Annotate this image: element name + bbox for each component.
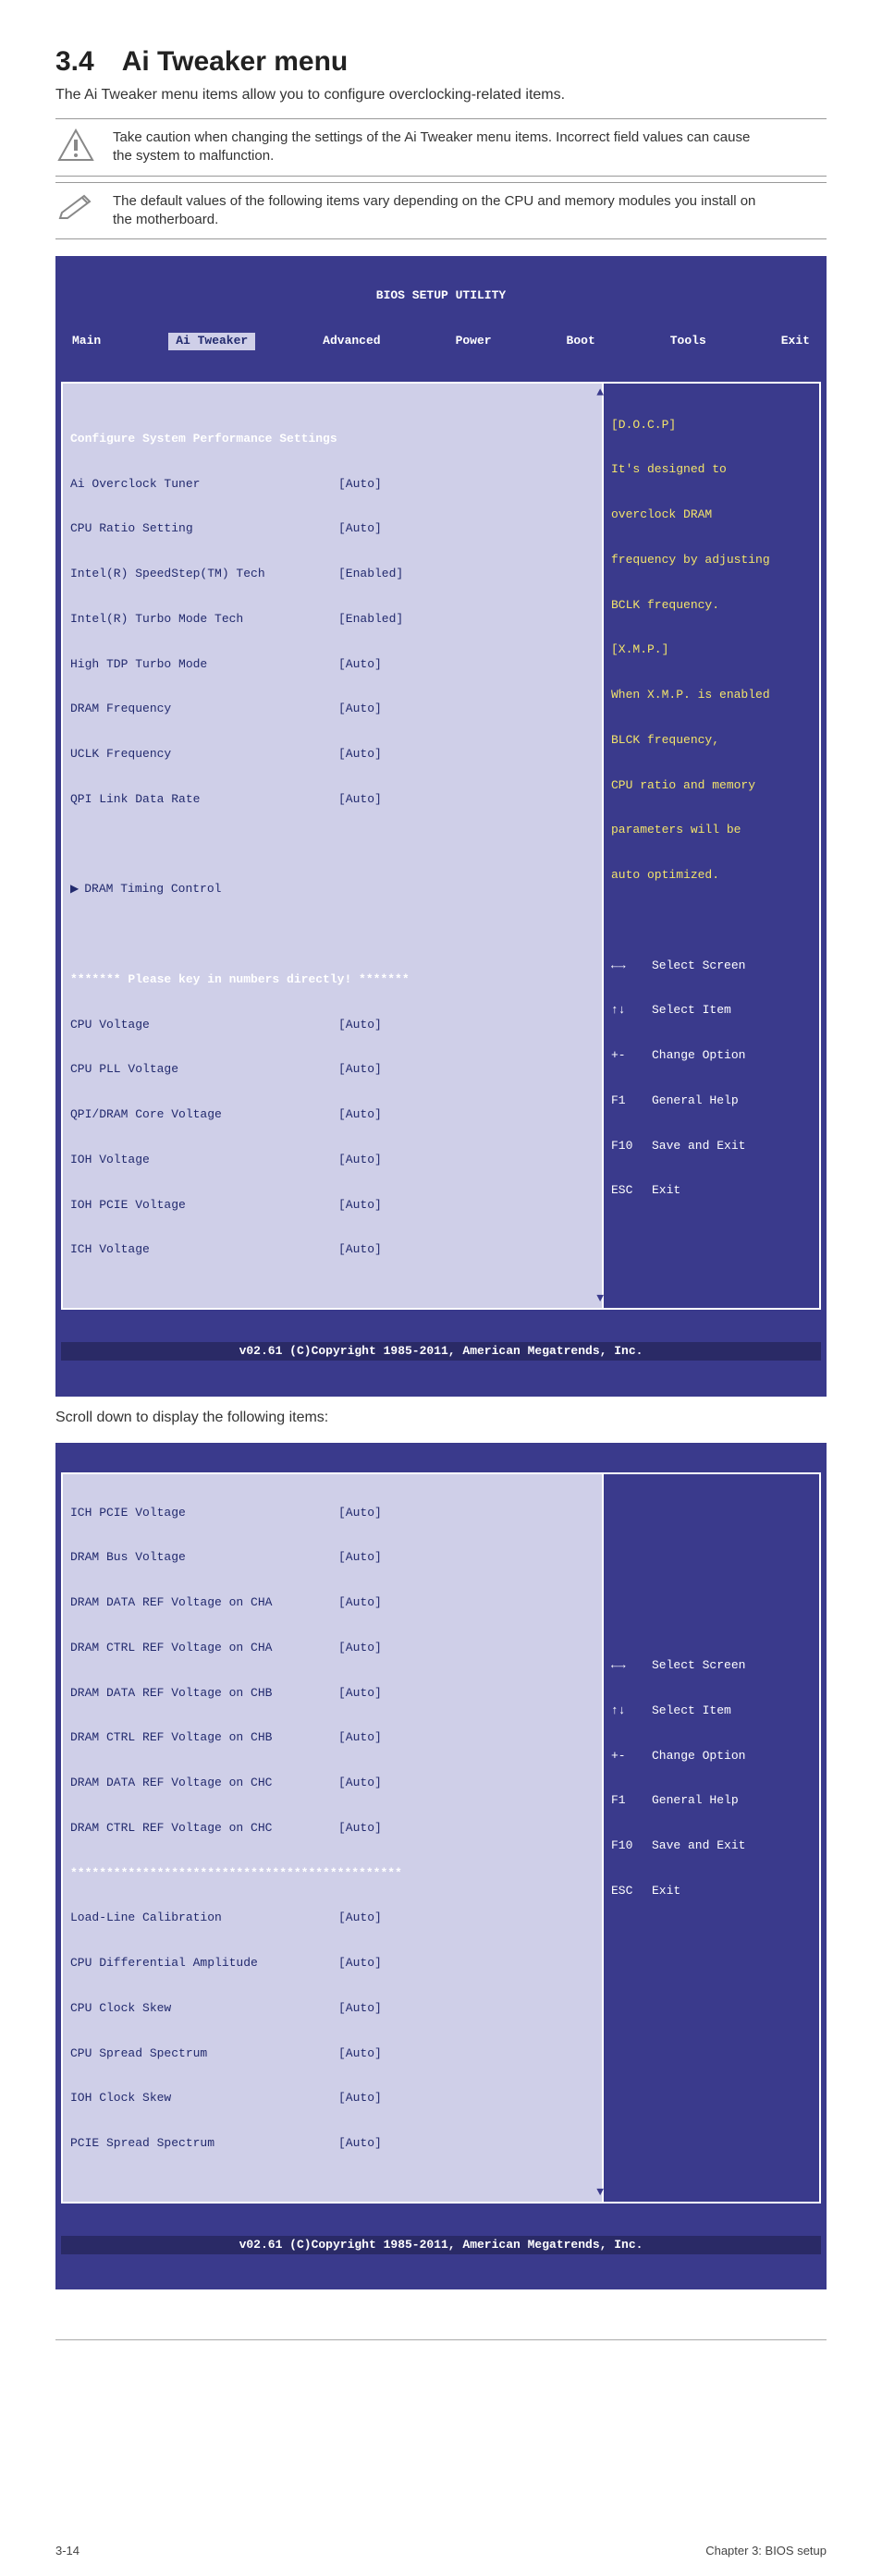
row-load-line[interactable]: Load-Line Calibration[Auto] <box>70 1911 594 1925</box>
scroll-note: Scroll down to display the following ite… <box>55 1410 827 1426</box>
help-line: frequency by adjusting <box>611 553 812 568</box>
bios-footer: v02.61 (C)Copyright 1985-2011, American … <box>61 1342 821 1361</box>
page-footer: 3-14 Chapter 3: BIOS setup <box>0 2340 882 2576</box>
row-qpi-link[interactable]: QPI Link Data Rate[Auto] <box>70 792 594 807</box>
row-cpu-voltage[interactable]: CPU Voltage[Auto] <box>70 1018 594 1032</box>
nav-save-exit: F10Save and Exit <box>611 1838 812 1853</box>
nav-save-exit: F10Save and Exit <box>611 1139 812 1154</box>
row-dram-data-cha[interactable]: DRAM DATA REF Voltage on CHA[Auto] <box>70 1595 594 1610</box>
nav-select-screen: ←→Select Screen <box>611 958 812 973</box>
bios-window-2: ICH PCIE Voltage[Auto] DRAM Bus Voltage[… <box>55 1443 827 2290</box>
bios-left-panel-2: ICH PCIE Voltage[Auto] DRAM Bus Voltage[… <box>61 1472 604 2204</box>
row-cpu-spread[interactable]: CPU Spread Spectrum[Auto] <box>70 2046 594 2061</box>
menu-tools[interactable]: Tools <box>663 333 714 349</box>
bios-footer-2: v02.61 (C)Copyright 1985-2011, American … <box>61 2236 821 2254</box>
bios-window-1: BIOS SETUP UTILITY Main Ai Tweaker Advan… <box>55 256 827 1397</box>
menu-power[interactable]: Power <box>448 333 499 349</box>
help-line: overclock DRAM <box>611 507 812 522</box>
row-pcie-spread[interactable]: PCIE Spread Spectrum[Auto] <box>70 2136 594 2151</box>
row-cpu-ratio[interactable]: CPU Ratio Setting[Auto] <box>70 521 594 536</box>
info-note: The default values of the following item… <box>55 182 827 240</box>
nav-help: F1General Help <box>611 1793 812 1808</box>
row-turbo-mode[interactable]: Intel(R) Turbo Mode Tech[Enabled] <box>70 612 594 627</box>
row-high-tdp[interactable]: High TDP Turbo Mode[Auto] <box>70 657 594 672</box>
menu-main[interactable]: Main <box>65 333 108 349</box>
row-dram-data-chb[interactable]: DRAM DATA REF Voltage on CHB[Auto] <box>70 1686 594 1701</box>
help-line: BCLK frequency. <box>611 598 812 613</box>
row-dram-ctrl-cha[interactable]: DRAM CTRL REF Voltage on CHA[Auto] <box>70 1641 594 1655</box>
row-speedstep[interactable]: Intel(R) SpeedStep(TM) Tech[Enabled] <box>70 567 594 581</box>
bios-left-panel: ▲ Configure System Performance Settings … <box>61 382 604 1310</box>
help-line: It's designed to <box>611 462 812 477</box>
numbers-divider: ******* Please key in numbers directly! … <box>70 972 594 987</box>
row-dram-ctrl-chc[interactable]: DRAM CTRL REF Voltage on CHC[Auto] <box>70 1821 594 1836</box>
bios-title: BIOS SETUP UTILITY <box>55 287 827 303</box>
help-line: [D.O.C.P] <box>611 418 812 433</box>
menu-ai-tweaker[interactable]: Ai Tweaker <box>168 333 255 349</box>
row-ioh-clock-skew[interactable]: IOH Clock Skew[Auto] <box>70 2091 594 2106</box>
row-dram-freq[interactable]: DRAM Frequency[Auto] <box>70 702 594 716</box>
row-qpi-dram-voltage[interactable]: QPI/DRAM Core Voltage[Auto] <box>70 1107 594 1122</box>
scroll-up-icon[interactable]: ▲ <box>596 385 604 400</box>
row-ich-voltage[interactable]: ICH Voltage[Auto] <box>70 1242 594 1257</box>
bios-section-heading: Configure System Performance Settings <box>70 432 594 446</box>
page-heading: 3.4 Ai Tweaker menu <box>55 46 827 78</box>
scroll-down-icon[interactable]: ▼ <box>596 2185 604 2200</box>
nav-change-option: +-Change Option <box>611 1749 812 1764</box>
row-ioh-pcie-voltage[interactable]: IOH PCIE Voltage[Auto] <box>70 1198 594 1213</box>
nav-select-item: ↑↓Select Item <box>611 1003 812 1018</box>
bios-help-panel: [D.O.C.P] It's designed to overclock DRA… <box>604 382 821 1310</box>
row-dram-bus-voltage[interactable]: DRAM Bus Voltage[Auto] <box>70 1550 594 1565</box>
help-line: When X.M.P. is enabled <box>611 688 812 702</box>
caution-note: Take caution when changing the settings … <box>55 118 827 177</box>
bios-menu: Main Ai Tweaker Advanced Power Boot Tool… <box>55 333 827 351</box>
menu-exit[interactable]: Exit <box>774 333 817 349</box>
submenu-arrow-icon: ▶ <box>70 883 79 897</box>
row-cpu-clock-skew[interactable]: CPU Clock Skew[Auto] <box>70 2001 594 2016</box>
bios-help-panel-2: ←→Select Screen ↑↓Select Item +-Change O… <box>604 1472 821 2204</box>
row-dram-data-chc[interactable]: DRAM DATA REF Voltage on CHC[Auto] <box>70 1776 594 1790</box>
row-dram-ctrl-chb[interactable]: DRAM CTRL REF Voltage on CHB[Auto] <box>70 1730 594 1745</box>
help-line: [X.M.P.] <box>611 642 812 657</box>
row-ioh-voltage[interactable]: IOH Voltage[Auto] <box>70 1153 594 1167</box>
row-uclk-freq[interactable]: UCLK Frequency[Auto] <box>70 747 594 762</box>
warning-icon <box>55 128 96 162</box>
help-line: CPU ratio and memory <box>611 778 812 793</box>
help-line: parameters will be <box>611 823 812 837</box>
row-cpu-pll-voltage[interactable]: CPU PLL Voltage[Auto] <box>70 1062 594 1077</box>
help-line: auto optimized. <box>611 868 812 883</box>
row-ai-overclock-tuner[interactable]: Ai Overclock Tuner[Auto] <box>70 477 594 492</box>
menu-boot[interactable]: Boot <box>559 333 603 349</box>
page-number: 3-14 <box>55 2544 80 2558</box>
nav-help: F1General Help <box>611 1093 812 1108</box>
nav-change-option: +-Change Option <box>611 1048 812 1063</box>
scroll-down-icon[interactable]: ▼ <box>596 1291 604 1306</box>
caution-text: Take caution when changing the settings … <box>113 128 827 166</box>
nav-select-item: ↑↓Select Item <box>611 1703 812 1718</box>
page-intro: The Ai Tweaker menu items allow you to c… <box>55 87 827 104</box>
info-text: The default values of the following item… <box>113 192 827 230</box>
row-dram-timing[interactable]: ▶DRAM Timing Control <box>70 882 594 897</box>
nav-exit: ESCExit <box>611 1183 812 1198</box>
pencil-icon <box>55 192 96 220</box>
help-line: BLCK frequency, <box>611 733 812 748</box>
row-ich-pcie-voltage[interactable]: ICH PCIE Voltage[Auto] <box>70 1506 594 1520</box>
nav-select-screen: ←→Select Screen <box>611 1658 812 1673</box>
menu-advanced[interactable]: Advanced <box>315 333 387 349</box>
nav-exit: ESCExit <box>611 1884 812 1898</box>
row-cpu-diff-amp[interactable]: CPU Differential Amplitude[Auto] <box>70 1956 594 1971</box>
chapter-label: Chapter 3: BIOS setup <box>705 2544 827 2558</box>
divider-stars: ****************************************… <box>70 1866 594 1881</box>
